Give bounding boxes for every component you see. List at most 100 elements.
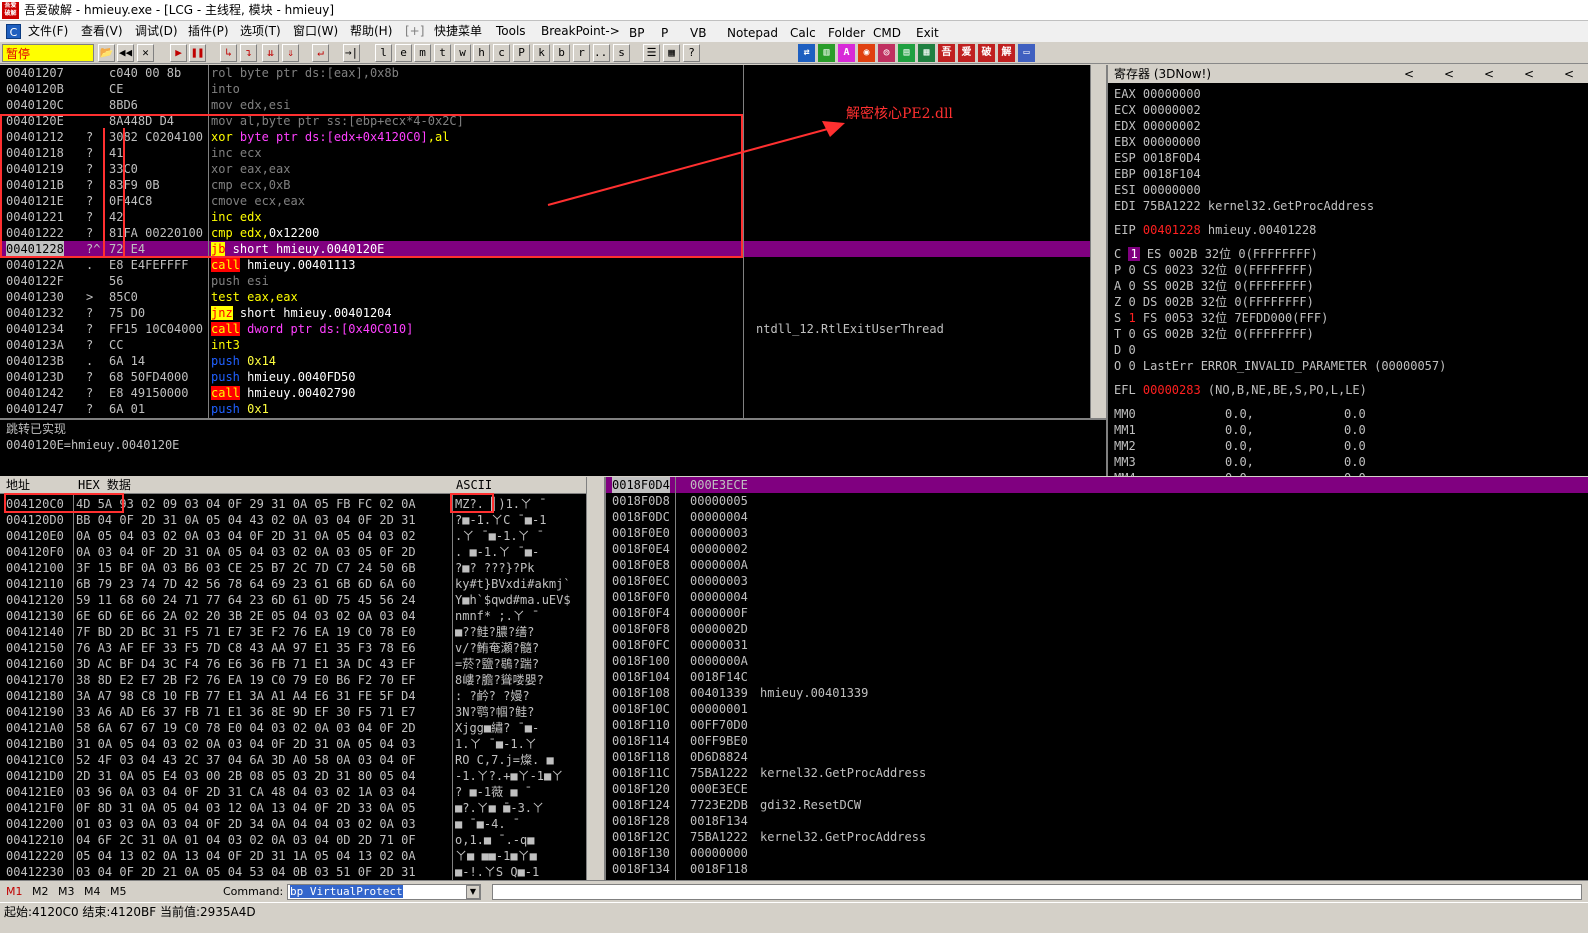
dump-scrollbar[interactable] (586, 477, 604, 880)
disasm-row[interactable]: 0040122F 56 push esi (0, 273, 1090, 289)
stack-row[interactable]: 0018F120 000E3ECE (606, 781, 1588, 797)
disasm-scrollbar[interactable] (1090, 65, 1106, 418)
disasm-row[interactable]: 00401228 ?^ 72 E4 jb short hmieuy.0040120E (0, 241, 1090, 257)
menu-breakpoint[interactable]: BreakPoint-> (541, 21, 620, 42)
toolbar-r[interactable]: r (573, 44, 590, 62)
stack-row[interactable]: 0018F12C 75BA1222 kernel32.GetProcAddress (606, 829, 1588, 845)
stack-row[interactable]: 0018F0F8 0000002D (606, 621, 1588, 637)
dump-row[interactable]: 00412170 38 8D E2 E7 2B F2 76 EA 19 C0 79… (0, 672, 586, 688)
dump-row[interactable]: 00412180 3A A7 98 C8 10 FB 77 E1 3A A1 A4… (0, 688, 586, 704)
register-esi[interactable]: ESI 00000000 (1114, 182, 1201, 198)
command-dropdown-icon[interactable]: ▼ (466, 885, 480, 899)
dump-row[interactable]: 00412200 01 03 03 0A 03 04 0F 2D 34 0A 04… (0, 816, 586, 832)
register-mm0[interactable]: MM0 0.0, 0.0 (1114, 406, 1366, 422)
dump-col-address[interactable]: 地址 (6, 477, 30, 494)
trace-into-icon[interactable]: ⇊ (262, 44, 279, 62)
dump-row[interactable]: 00412230 03 04 0F 2D 21 0A 05 04 53 04 0B… (0, 864, 586, 880)
dump-row[interactable]: 004121C0 52 4F 03 04 43 2C 37 04 6A 3D A0… (0, 752, 586, 768)
goto-icon[interactable]: →| (343, 44, 360, 62)
window-icon[interactable]: ▭ (1018, 44, 1035, 62)
c-icon[interactable]: C (6, 24, 21, 39)
menu-calc[interactable]: Calc (790, 23, 816, 44)
disasm-row[interactable]: 00401247? 6A 01 push 0x1 (0, 401, 1090, 417)
stack-row[interactable]: 0018F128 0018F134 (606, 813, 1588, 829)
register-mm3[interactable]: MM3 0.0, 0.0 (1114, 454, 1366, 470)
register-edx[interactable]: EDX 00000002 (1114, 118, 1201, 134)
dump-row[interactable]: 00412150 76 A3 AF EF 33 F5 7D C8 43 AA 97… (0, 640, 586, 656)
open-icon[interactable]: 📂 (98, 44, 115, 62)
menu-cmd[interactable]: CMD (873, 23, 901, 44)
stack-row[interactable]: 0018F134 0018F118 (606, 861, 1588, 877)
trace-over-icon[interactable]: ⇓ (282, 44, 299, 62)
stack-row[interactable]: 0018F0FC 00000031 (606, 637, 1588, 653)
stack-row[interactable]: 0018F114 00FF9BE0 (606, 733, 1588, 749)
bars-icon[interactable]: ▤ (898, 44, 915, 62)
dump-row[interactable]: 00412160 3D AC BF D4 3C F4 76 E6 36 FB 71… (0, 656, 586, 672)
register-ebx[interactable]: EBX 00000000 (1114, 134, 1201, 150)
stack-row[interactable]: 0018F0EC 00000003 (606, 573, 1588, 589)
dump-row[interactable]: 00412210 04 6F 2C 31 0A 01 04 03 02 0A 03… (0, 832, 586, 848)
menu-options[interactable]: 选项(T) (240, 21, 281, 42)
toolbar-s[interactable]: s (613, 44, 630, 62)
register-efl[interactable]: EFL 00000283 (NO,B,NE,BE,S,PO,L,LE) (1114, 382, 1367, 398)
marker-m1[interactable]: M1 (6, 881, 23, 903)
dump-row[interactable]: 00412220 05 04 13 02 0A 13 04 0F 2D 31 1A… (0, 848, 586, 864)
module-icon[interactable]: ▥ (818, 44, 835, 62)
stack-row[interactable]: 0018F100 0000000A (606, 653, 1588, 669)
stack-row[interactable]: 0018F0E8 0000000A (606, 557, 1588, 573)
menu-p[interactable]: P (661, 23, 668, 44)
wu-icon[interactable]: 吾 (938, 44, 955, 62)
dump-row[interactable]: 00412190 33 A6 AD E6 37 FB 71 E1 36 8E 9D… (0, 704, 586, 720)
dump-pane[interactable]: 004120C0 4D 5A 93 02 09 03 04 0F 29 31 0A… (0, 494, 586, 880)
command-input[interactable]: bp VirtualProtect (287, 884, 481, 900)
reg-arrow-5[interactable]: < (1564, 65, 1574, 83)
disasm-row[interactable]: 00401207 c040 00 8b rol byte ptr ds:[eax],… (0, 65, 1090, 81)
register-mm2[interactable]: MM2 0.0, 0.0 (1114, 438, 1366, 454)
menu-notepad[interactable]: Notepad (727, 23, 778, 44)
disasm-row[interactable]: 00401234? FF15 10C04000 call dword ptr ds:… (0, 321, 1090, 337)
dump-row[interactable]: 00412120 59 11 68 60 24 71 77 64 23 6D 61… (0, 592, 586, 608)
dump-row[interactable]: 004120C0 4D 5A 93 02 09 03 04 0F 29 31 0A… (0, 496, 586, 512)
marker-m2[interactable]: M2 (32, 881, 49, 903)
stack-row[interactable]: 0018F0D4 000E3ECE (606, 477, 1588, 493)
flag-row-p[interactable]: P 0 CS 0023 32位 0(FFFFFFFF) (1114, 262, 1314, 278)
menu-view[interactable]: 查看(V) (81, 21, 123, 42)
stack-row[interactable]: 0018F0E4 00000002 (606, 541, 1588, 557)
toolbar-c[interactable]: c (493, 44, 510, 62)
target-icon[interactable]: ◉ (858, 44, 875, 62)
stack-row[interactable]: 0018F110 00FF70D0 (606, 717, 1588, 733)
menu-tools[interactable]: Tools (496, 21, 526, 42)
stack-row[interactable]: 0018F0D8 00000005 (606, 493, 1588, 509)
register-mm1[interactable]: MM1 0.0, 0.0 (1114, 422, 1366, 438)
reg-arrow-3[interactable]: < (1484, 65, 1494, 83)
disasm-row[interactable]: 0040120B CE into (0, 81, 1090, 97)
flag-row-c[interactable]: C 1 ES 002B 32位 0(FFFFFFFF) (1114, 246, 1318, 262)
menu-shortcut[interactable]: 快捷菜单 (434, 21, 482, 42)
dump-row[interactable]: 004120D0 BB 04 0F 2D 31 0A 05 04 43 02 0A… (0, 512, 586, 528)
execute-till-return-icon[interactable]: ↵ (312, 44, 329, 62)
menu-window[interactable]: 窗口(W) (293, 21, 338, 42)
toolbar-h[interactable]: h (473, 44, 490, 62)
toolbar-l[interactable]: l (375, 44, 392, 62)
step-into-icon[interactable]: ↳ (220, 44, 237, 62)
dump-row[interactable]: 00412100 3F 15 BF 0A 03 B6 03 CE 25 B7 2C… (0, 560, 586, 576)
toolbar-w[interactable]: w (454, 44, 471, 62)
menu-bp[interactable]: BP (629, 23, 644, 44)
stack-pane[interactable]: 0018F0D4 000E3ECE 0018F0D8 00000005 0018F0DC… (604, 477, 1588, 880)
disasm-row[interactable]: 00401242? E8 49150000 call hmieuy.00402790 (0, 385, 1090, 401)
stack-row[interactable]: 0018F0F0 00000004 (606, 589, 1588, 605)
register-eip[interactable]: EIP 00401228 hmieuy.00401228 (1114, 222, 1316, 238)
menu-exit[interactable]: Exit (916, 23, 939, 44)
flag-row-z[interactable]: Z 0 DS 002B 32位 0(FFFFFFFF) (1114, 294, 1314, 310)
dump-row[interactable]: 004120F0 0A 03 04 0F 2D 31 0A 05 04 03 02… (0, 544, 586, 560)
run-icon[interactable]: ▶ (170, 44, 187, 62)
dump-row[interactable]: 00412140 7F BD 2D BC 31 F5 71 E7 3E F2 76… (0, 624, 586, 640)
reg-arrow-2[interactable]: < (1444, 65, 1454, 83)
stack-row[interactable]: 0018F104 0018F14C (606, 669, 1588, 685)
dump-row[interactable]: 00412130 6E 6D 6E 66 2A 02 20 3B 2E 05 04… (0, 608, 586, 624)
menu-file[interactable]: 文件(F) (28, 21, 68, 42)
toolbar-m[interactable]: m (414, 44, 431, 62)
marker-m4[interactable]: M4 (84, 881, 101, 903)
dump-row[interactable]: 004121A0 58 6A 67 67 19 C0 78 E0 04 03 02… (0, 720, 586, 736)
toolbar-P[interactable]: P (513, 44, 530, 62)
